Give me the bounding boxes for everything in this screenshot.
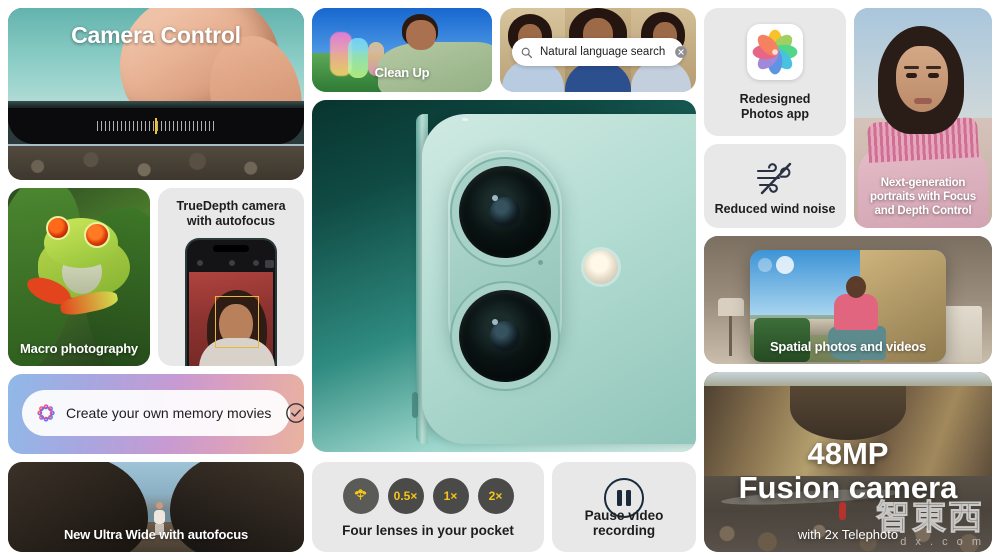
pause-bar-right	[626, 490, 631, 506]
wind-noise-caption: Reduced wind noise	[714, 202, 836, 216]
lens-pupil	[490, 197, 520, 227]
lens-chip-2x[interactable]: 2×	[477, 478, 514, 514]
fusion-headline-line1: 48MP	[807, 436, 889, 471]
subject-brow-left	[904, 66, 919, 69]
subject-lips	[914, 98, 932, 104]
tile-photos-app[interactable]: Redesigned Photos app	[704, 8, 846, 136]
tile-memory-movies[interactable]: Create your own memory movies	[8, 374, 304, 454]
viewfinder	[189, 272, 275, 366]
memory-movie-prompt-field[interactable]: Create your own memory movies	[22, 390, 304, 436]
focus-rectangle	[215, 296, 259, 348]
frog-eye-right	[84, 222, 110, 248]
lamp-shade	[718, 298, 744, 316]
tile-pause-video[interactable]: Pause video recording	[552, 462, 696, 552]
rock-field	[8, 146, 304, 180]
phone-side-button	[412, 392, 418, 418]
portraits-caption-line2: portraits with Focus	[870, 191, 976, 203]
tile-truedepth-camera[interactable]: TrueDepth camera with autofocus	[158, 188, 304, 366]
fusion-subline: with 2x Telephoto	[797, 527, 899, 542]
lens-chip-row: 0.5× 1× 2×	[312, 478, 544, 514]
tile-clean-up[interactable]: Clean Up	[312, 8, 492, 92]
filters-icon	[265, 260, 274, 268]
tile-four-lenses[interactable]: 0.5× 1× 2× Four lenses in your pocket	[312, 462, 544, 552]
tile-next-gen-portraits[interactable]: Next-generation portraits with Focus and…	[854, 8, 992, 228]
landscape-background	[8, 144, 304, 180]
feature-collage: 1× Camera Control Macro photography True…	[0, 0, 1000, 560]
clear-circle-icon[interactable]	[674, 45, 688, 59]
photos-app-caption-line2: Photos app	[740, 107, 810, 121]
microphone-hole	[538, 260, 543, 265]
photos-app-icon[interactable]	[747, 24, 803, 80]
pause-video-caption: Pause video recording	[584, 508, 664, 538]
lens-chip-macro[interactable]	[342, 478, 379, 514]
subject-shirt	[565, 62, 632, 92]
phone-mockup	[185, 238, 277, 366]
search-bar[interactable]: Natural language search	[512, 38, 688, 66]
back-chevron-icon[interactable]	[758, 258, 772, 272]
person-head	[155, 502, 163, 509]
tile-fusion-camera[interactable]: 48MP Fusion camera with 2x Telephoto 智東西…	[704, 372, 992, 552]
search-input[interactable]: Natural language search	[540, 46, 665, 58]
flash-led	[584, 250, 618, 284]
live-photo-icon	[229, 260, 235, 266]
tile-spatial-photos[interactable]: Spatial photos and videos	[704, 236, 992, 364]
subject-eye-left	[906, 73, 917, 78]
check-circle-icon[interactable]	[285, 402, 304, 424]
truedepth-caption-line1: TrueDepth camera	[176, 199, 286, 213]
flash-icon	[197, 260, 203, 266]
photos-app-caption: Redesigned Photos app	[704, 92, 846, 122]
window-subject-body	[834, 294, 878, 330]
tile-macro-photography[interactable]: Macro photography	[8, 188, 150, 366]
lens-chip-0.5x[interactable]: 0.5×	[387, 478, 424, 514]
sky	[704, 372, 992, 387]
apple-intelligence-icon	[36, 403, 56, 423]
spatial-caption: Spatial photos and videos	[769, 339, 927, 354]
truedepth-caption: TrueDepth camera with autofocus	[158, 199, 304, 229]
spatial-badge-icon[interactable]	[776, 256, 794, 274]
frog-eye-left	[46, 216, 70, 240]
four-lenses-caption: Four lenses in your pocket	[342, 523, 514, 538]
pause-bar-left	[617, 490, 622, 506]
portraits-caption-line3: and Depth Control	[874, 205, 972, 217]
subject-face	[406, 20, 436, 50]
zoom-slider-active-tick	[155, 118, 157, 134]
camera-lens-wide	[459, 166, 551, 258]
subject-brow-right	[926, 66, 941, 69]
truedepth-caption-line2: with autofocus	[186, 214, 276, 228]
lens-chip-1x[interactable]: 1×	[432, 478, 469, 514]
person-torso	[153, 510, 165, 524]
memory-movie-text: Create your own memory movies	[66, 405, 272, 421]
camera-lens-ultrawide	[459, 290, 551, 382]
antenna-line	[462, 118, 468, 121]
macro-flower-icon	[352, 486, 369, 506]
tile-ultra-wide[interactable]: New Ultra Wide with autofocus	[8, 462, 304, 552]
wind-noise-off-icon	[752, 158, 798, 198]
tile-camera-control[interactable]: 1× Camera Control	[8, 8, 304, 180]
portraits-caption: Next-generation portraits with Focus and…	[854, 176, 992, 218]
portraits-caption-line1: Next-generation	[880, 177, 966, 189]
camera-controls-row	[187, 257, 275, 269]
ultra-wide-caption: New Ultra Wide with autofocus	[63, 527, 249, 542]
tile-hero-iphone[interactable]	[312, 100, 696, 452]
subject-eye-right	[928, 73, 939, 78]
tile-natural-language-search[interactable]: Natural language search	[500, 8, 696, 92]
dynamic-island	[213, 245, 249, 252]
timer-icon	[253, 260, 259, 266]
clean-up-caption: Clean Up	[374, 65, 430, 80]
lens-pupil	[490, 321, 520, 351]
camera-control-title: Camera Control	[71, 22, 241, 48]
fusion-headline-line2: Fusion camera	[738, 470, 958, 505]
macro-caption: Macro photography	[20, 341, 138, 356]
tile-wind-noise[interactable]: Reduced wind noise	[704, 144, 846, 228]
photos-app-caption-line1: Redesigned	[739, 92, 811, 106]
window-subject-head	[846, 276, 866, 298]
search-icon	[520, 46, 533, 59]
